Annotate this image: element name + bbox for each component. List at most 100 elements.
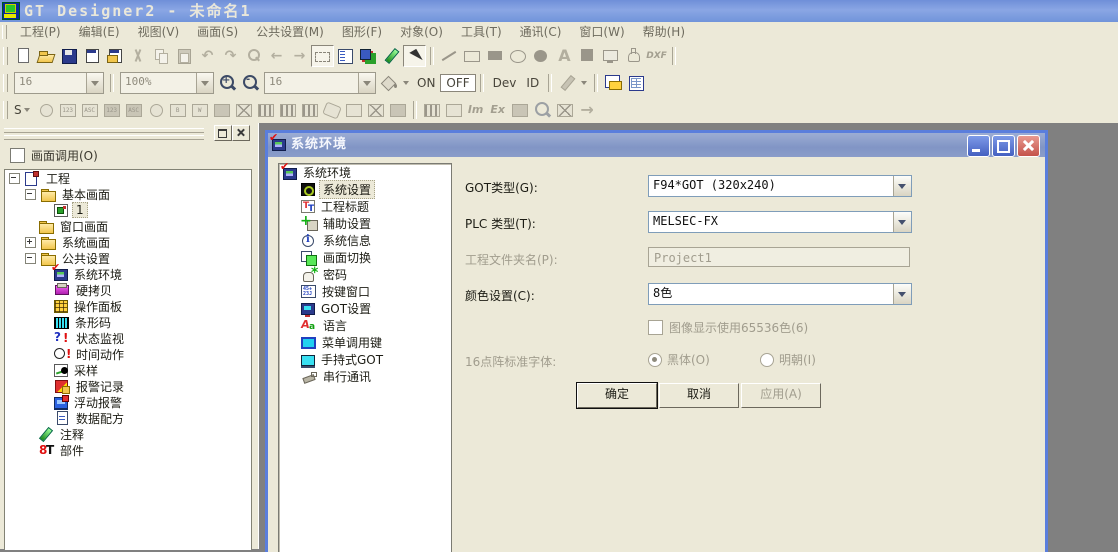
property-sheet-button[interactable] — [334, 45, 357, 67]
device-view-button[interactable]: Dev — [488, 74, 522, 92]
scatter-graph-button[interactable] — [365, 99, 387, 121]
dialog-titlebar[interactable]: 系统环境 — [268, 133, 1045, 157]
ascii-display-button[interactable]: ASC — [79, 99, 101, 121]
ellipse-tool-button[interactable] — [507, 45, 530, 67]
device-off-button[interactable]: OFF — [440, 74, 475, 92]
data-view-button[interactable] — [625, 72, 648, 94]
plc-type-combobox[interactable]: MELSEC-FX — [648, 211, 912, 233]
cancel-button[interactable]: 取消 — [659, 383, 739, 408]
line-color-button[interactable] — [556, 72, 579, 94]
parts-movement-button[interactable] — [233, 99, 255, 121]
screen-preview-button[interactable] — [599, 45, 622, 67]
apply-button[interactable]: 应用(A) — [741, 383, 821, 408]
toolbar-grip[interactable] — [3, 47, 8, 65]
tree-item-time-action[interactable]: 时间动作 — [5, 346, 251, 362]
combo-arrow-icon[interactable] — [893, 176, 911, 196]
got-type-combobox[interactable]: F94*GOT (320x240) — [648, 175, 912, 197]
combo-arrow-icon[interactable] — [893, 284, 911, 304]
combo-arrow-icon[interactable] — [358, 73, 375, 93]
settings-item-got-setup[interactable]: GOT设置 — [279, 300, 451, 317]
alarm-history-button[interactable] — [277, 99, 299, 121]
workspace-toggle-button[interactable] — [602, 72, 625, 94]
collapse-icon[interactable] — [25, 253, 36, 264]
toolbar-grip[interactable] — [3, 74, 8, 92]
dialog-close-button[interactable] — [1017, 135, 1040, 157]
switch-dropdown-button[interactable]: S — [12, 99, 35, 121]
menu-edit[interactable]: 编辑(E) — [70, 22, 129, 42]
settings-item-auxiliary-settings[interactable]: 辅助设置 — [279, 215, 451, 232]
open-button[interactable] — [35, 45, 58, 67]
settings-item-language[interactable]: 语言 — [279, 317, 451, 334]
combo-arrow-icon[interactable] — [893, 212, 911, 232]
tree-item-parts[interactable]: 部件 — [5, 442, 251, 458]
find-device-button[interactable] — [531, 99, 554, 121]
tree-item-screen-1[interactable]: 1 — [5, 202, 251, 218]
grid-scale-combobox[interactable]: 16 — [264, 72, 376, 94]
menu-object[interactable]: 对象(O) — [391, 22, 452, 42]
panelmeter-button[interactable] — [321, 99, 343, 121]
menu-tools[interactable]: 工具(T) — [452, 22, 511, 42]
numeric-input-button[interactable]: 123 — [101, 99, 123, 121]
text-tool-button[interactable]: A — [553, 45, 576, 67]
alarm-list-button[interactable] — [255, 99, 277, 121]
id-view-button[interactable]: ID — [521, 74, 544, 92]
clock-display-button[interactable] — [145, 99, 167, 121]
settings-item-system-environment[interactable]: 系统环境 — [279, 164, 451, 181]
paste-button[interactable] — [173, 45, 196, 67]
panel-maximize-button[interactable] — [214, 125, 232, 141]
expand-icon[interactable] — [25, 237, 36, 248]
export-button[interactable]: Ex — [487, 99, 509, 121]
tree-item-window-screens[interactable]: 窗口画面 — [5, 218, 251, 234]
draw-pen-button[interactable] — [380, 45, 403, 67]
combo-arrow-icon[interactable] — [196, 73, 213, 93]
save-button[interactable] — [58, 45, 81, 67]
menu-view[interactable]: 视图(V) — [129, 22, 189, 42]
forward-button[interactable]: → — [288, 45, 311, 67]
screen-image-button[interactable] — [81, 45, 104, 67]
numeric-display-button[interactable]: 123 — [57, 99, 79, 121]
tree-item-alarm-history[interactable]: 报警记录 — [5, 378, 251, 394]
tree-item-common-settings[interactable]: 公共设置 — [5, 250, 251, 266]
panel-close-button[interactable] — [232, 125, 250, 141]
fill-color-dropdown-icon[interactable] — [401, 72, 412, 94]
tree-item-comment[interactable]: 注释 — [5, 426, 251, 442]
cut-button[interactable] — [127, 45, 150, 67]
back-button[interactable]: ← — [265, 45, 288, 67]
tree-item-system-environment[interactable]: 系统环境 — [5, 266, 251, 282]
layers-button[interactable] — [357, 45, 380, 67]
line-tool-button[interactable] — [438, 45, 461, 67]
settings-item-password[interactable]: 密码 — [279, 266, 451, 283]
screen-call-checkbox[interactable] — [10, 148, 25, 163]
zoom-combobox[interactable]: 100% — [120, 72, 214, 94]
tree-item-project[interactable]: 工程 — [5, 170, 251, 186]
menu-screen[interactable]: 画面(S) — [188, 22, 247, 42]
hand-tool-button[interactable] — [622, 45, 645, 67]
data-check-button[interactable] — [554, 99, 576, 121]
tree-item-hard-copy[interactable]: 硬拷贝 — [5, 282, 251, 298]
word-comment-button[interactable]: W — [189, 99, 211, 121]
zoom-out-button[interactable]: - — [239, 72, 262, 94]
filled-rectangle-tool-button[interactable] — [484, 45, 507, 67]
tree-item-base-screens[interactable]: 基本画面 — [5, 186, 251, 202]
data-list-button[interactable] — [443, 99, 465, 121]
menu-common-settings[interactable]: 公共设置(M) — [247, 22, 333, 42]
tree-item-system-screens[interactable]: 系统画面 — [5, 234, 251, 250]
settings-item-system-settings[interactable]: 系统设置 — [279, 181, 451, 198]
tree-item-status-observation[interactable]: 状态监视 — [5, 330, 251, 346]
lamp-button[interactable] — [35, 99, 57, 121]
menu-figure[interactable]: 图形(F) — [333, 22, 391, 42]
filled-ellipse-tool-button[interactable] — [530, 45, 553, 67]
collapse-icon[interactable] — [25, 189, 36, 200]
dialog-maximize-button[interactable] — [992, 135, 1015, 157]
tree-item-sampling[interactable]: 采样 — [5, 362, 251, 378]
zoom-in-button[interactable]: + — [216, 72, 239, 94]
collapse-icon[interactable] — [9, 173, 20, 184]
panel-handle[interactable] — [2, 125, 254, 140]
menubar-grip[interactable] — [2, 25, 7, 39]
dialog-minimize-button[interactable] — [967, 135, 990, 157]
settings-item-key-window[interactable]: 按键窗口 — [279, 283, 451, 300]
menu-help[interactable]: 帮助(H) — [634, 22, 694, 42]
new-button[interactable] — [12, 45, 35, 67]
screen-check-button[interactable] — [509, 99, 531, 121]
combo-arrow-icon[interactable] — [86, 73, 103, 93]
